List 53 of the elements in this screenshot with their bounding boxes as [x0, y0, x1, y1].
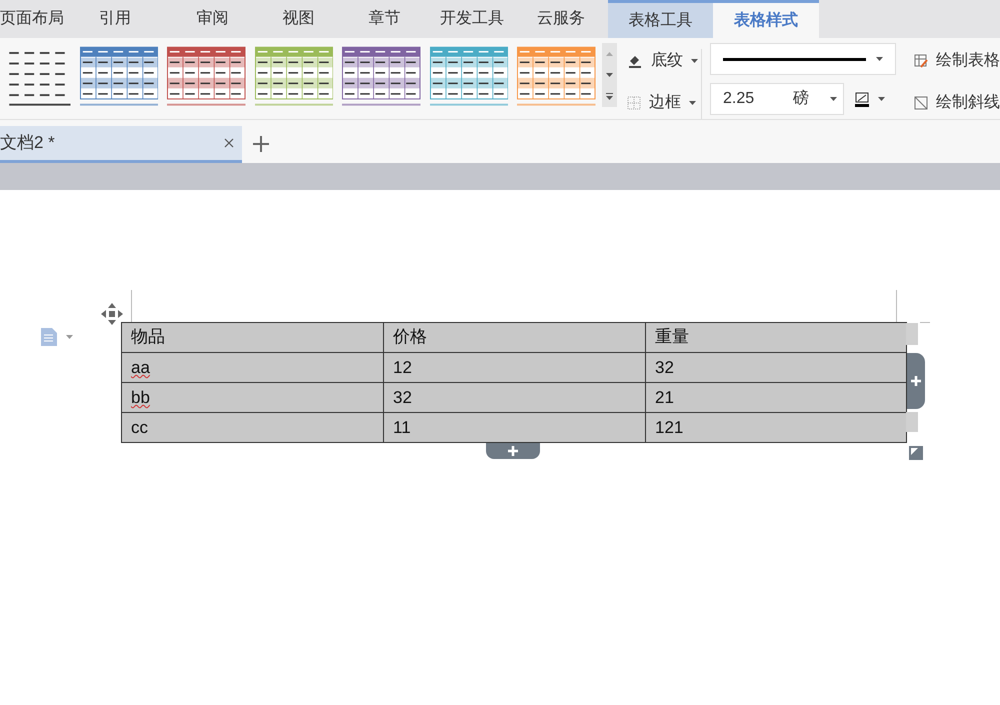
caret-icon — [878, 97, 885, 101]
plus-icon — [911, 376, 921, 386]
line-style-dropdown[interactable] — [710, 43, 896, 75]
caret-icon — [876, 57, 883, 61]
pen-color-icon — [854, 91, 870, 107]
scroll-down-icon[interactable] — [606, 72, 613, 77]
document-tab[interactable]: 文档2 * — [0, 126, 242, 163]
cell-text: bb — [131, 388, 150, 407]
cell-text: 121 — [655, 418, 684, 437]
close-icon[interactable] — [224, 138, 234, 148]
line-width-dropdown[interactable]: 2.25 磅 — [710, 83, 844, 115]
table-pencil-icon — [914, 54, 928, 68]
add-column-button[interactable] — [907, 353, 925, 409]
cell-text: aa — [131, 358, 150, 377]
cell-text: 21 — [655, 388, 674, 407]
paint-bucket-icon — [626, 53, 643, 69]
cell-text: 32 — [393, 388, 412, 407]
new-tab-icon[interactable] — [252, 135, 270, 153]
row-resize-marker[interactable] — [906, 412, 918, 432]
row-resize-marker[interactable] — [906, 323, 918, 345]
header-cell: 价格 — [384, 322, 646, 352]
tab-title: 文档2 * — [0, 132, 55, 154]
cell-text: 32 — [655, 358, 674, 377]
cell-text: cc — [131, 418, 148, 437]
pen-color-button[interactable] — [854, 91, 885, 107]
draw-diagonal-button[interactable]: 绘制斜线 — [914, 91, 1000, 115]
caret-icon[interactable] — [66, 335, 73, 339]
ribbon-tab[interactable]: 章节 — [342, 0, 427, 38]
ribbon-tab[interactable]: 表格工具 — [608, 0, 713, 38]
shading-button[interactable]: 底纹 — [626, 49, 699, 73]
cell-text: 12 — [393, 358, 412, 377]
border-grid-icon — [626, 96, 641, 110]
header-cell: 重量 — [646, 322, 906, 352]
ribbon-tab[interactable]: 审阅 — [170, 0, 255, 38]
ribbon-tab[interactable]: 云服务 — [517, 0, 605, 38]
add-row-button[interactable] — [486, 443, 540, 459]
draw-table-button[interactable]: 绘制表格 — [914, 49, 1000, 73]
ribbon-tab[interactable]: 表格样式 — [713, 0, 819, 38]
header-cell: 物品 — [122, 322, 384, 352]
plus-icon — [508, 446, 518, 456]
caret-icon — [830, 97, 837, 101]
unit-label: 磅 — [793, 88, 809, 109]
line-width-value: 2.25 — [723, 89, 756, 109]
expand-gallery-icon[interactable] — [606, 92, 613, 100]
ribbon-tab[interactable]: 开发工具 — [427, 0, 517, 38]
resize-handle-icon[interactable] — [909, 446, 923, 460]
caret-icon — [690, 59, 698, 63]
move-handle-icon[interactable] — [100, 302, 124, 326]
ribbon-tab[interactable]: 视图 — [255, 0, 342, 38]
caret-icon — [688, 101, 696, 105]
diagonal-cell-icon — [914, 96, 928, 110]
borders-button[interactable]: 边框 — [626, 91, 699, 115]
cell-text: 11 — [393, 418, 411, 437]
